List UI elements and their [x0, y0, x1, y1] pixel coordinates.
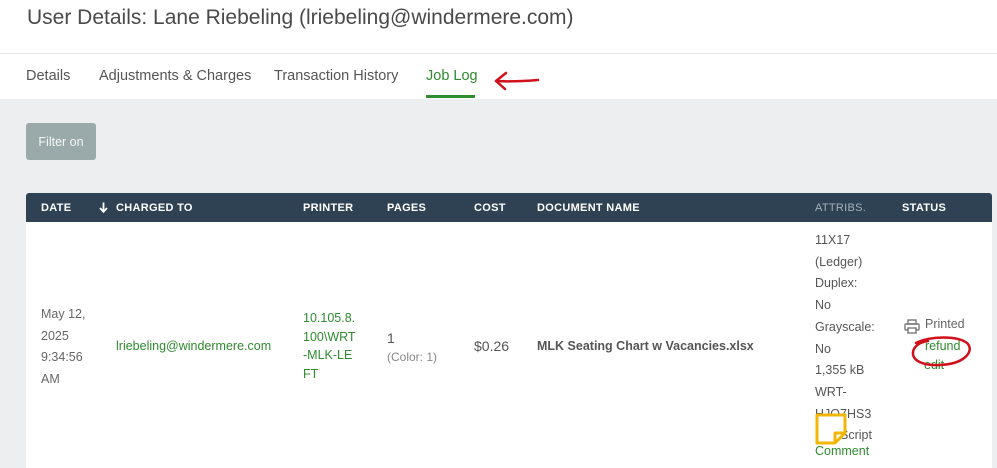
document-name: MLK Seating Chart w Vacancies.xlsx [537, 339, 754, 353]
pages-count: 1 [387, 330, 395, 346]
attrib-line: 11X17 [815, 233, 851, 247]
charged-to-link[interactable]: lriebeling@windermere.com [116, 336, 271, 358]
table-header: DATE CHARGED TO PRINTER PAGES COST DOCUM… [26, 193, 992, 222]
column-status[interactable]: STATUS [902, 202, 946, 214]
page-title: User Details: Lane Riebeling (lriebeling… [27, 6, 574, 29]
attrib-line: No [815, 341, 831, 356]
attrib-line: (Ledger) [815, 254, 863, 269]
pages-cell: 1 (Color: 1) [387, 328, 437, 367]
date-cell: May 12, 2025 9:34:56 AM [41, 304, 101, 390]
column-printer[interactable]: PRINTER [303, 202, 353, 214]
title-bar: User Details: Lane Riebeling (lriebeling… [0, 0, 997, 54]
comment-link[interactable]: Comment [815, 444, 869, 458]
arrow-down-icon[interactable] [99, 202, 108, 213]
column-charged-to[interactable]: CHARGED TO [116, 202, 193, 214]
active-tab-indicator [426, 95, 475, 98]
printer-icon [904, 319, 920, 334]
tab-job-log[interactable]: Job Log [426, 68, 478, 84]
note-icon[interactable] [815, 413, 847, 445]
date-line: 9:34:56 [41, 350, 83, 364]
attrib-line: Duplex: [815, 276, 858, 291]
pages-color-count: (Color: 1) [387, 350, 438, 364]
column-cost[interactable]: COST [474, 202, 506, 214]
tab-adjustments-charges[interactable]: Adjustments & Charges [99, 68, 251, 84]
date-line: May 12, [41, 307, 86, 321]
attrib-line: 1,355 kB [815, 363, 865, 378]
annotation-arrow [494, 71, 540, 91]
tab-transaction-history[interactable]: Transaction History [274, 68, 398, 84]
attrib-line: WRT- [815, 384, 847, 399]
attrib-line: Grayscale: [815, 319, 875, 334]
printer-link[interactable]: 10.105.8.100\WRT-MLK-LEFT [303, 309, 359, 383]
column-pages[interactable]: PAGES [387, 202, 426, 214]
table-row: May 12, 2025 9:34:56 AM lriebeling@winde… [26, 222, 992, 468]
attrib-line: No [815, 298, 831, 313]
tab-details[interactable]: Details [26, 68, 70, 84]
filter-button[interactable]: Filter on [26, 123, 96, 160]
status-text: Printed [925, 317, 965, 331]
annotation-circle [911, 336, 971, 367]
column-attribs: ATTRIBS. [815, 202, 867, 214]
column-document-name[interactable]: DOCUMENT NAME [537, 202, 640, 214]
column-date[interactable]: DATE [41, 202, 71, 214]
cost-cell: $0.26 [474, 338, 510, 354]
date-line: 2025 [41, 328, 69, 343]
date-line: AM [41, 371, 60, 386]
